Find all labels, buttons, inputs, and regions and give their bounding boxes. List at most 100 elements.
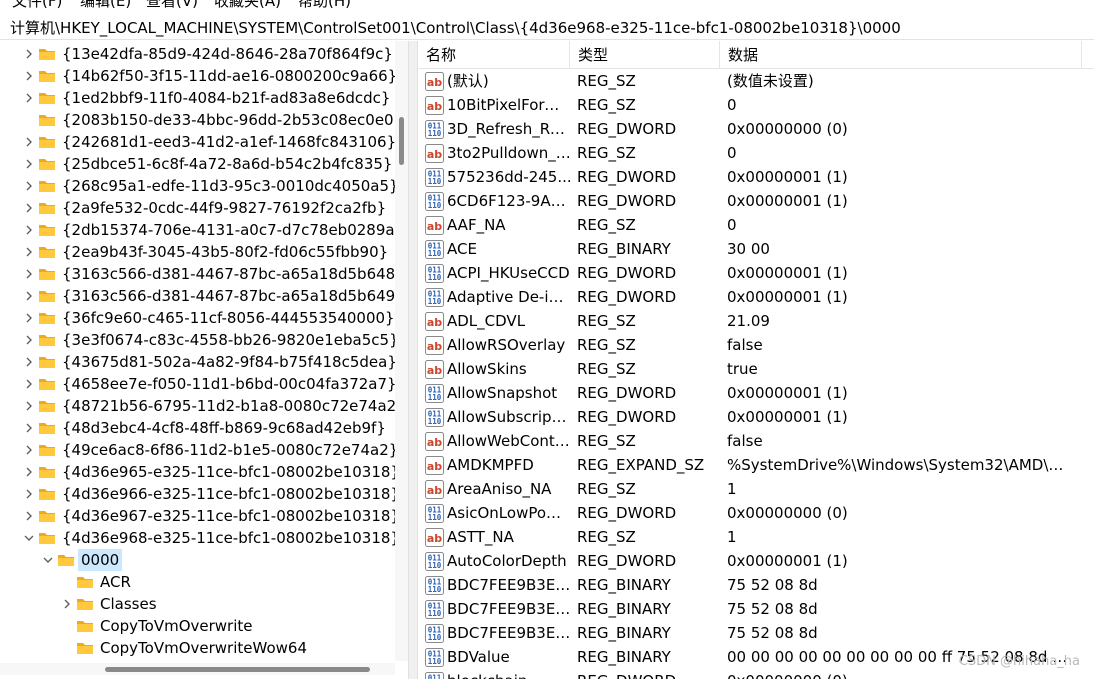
column-header-name[interactable]: 名称 [418,41,570,69]
pane-splitter[interactable] [408,41,418,679]
tree-item[interactable]: {2a9fe532-0cdc-44f9-9827-76192f2ca2fb} [0,197,395,219]
tree-item[interactable]: {4d36e967-e325-11ce-bfc1-08002be10318} [0,505,400,527]
tree-item[interactable]: {48721b56-6795-11d2-b1a8-0080c72e74a2} [0,395,406,417]
chevron-right-icon[interactable] [22,222,36,238]
tree-item[interactable]: {268c95a1-edfe-11d3-95c3-0010dc4050a5} [0,175,399,197]
address-bar[interactable]: 计算机\HKEY_LOCAL_MACHINE\SYSTEM\ControlSet… [0,16,1094,40]
chevron-right-icon[interactable] [22,90,36,106]
tree-item[interactable]: {4d36e968-e325-11ce-bfc1-08002be10318} [0,527,400,549]
tree-item[interactable]: {25dbce51-6c8f-4a72-8a6d-b54c2b4fc835} [0,153,395,175]
value-row[interactable]: 011 110 BDC7FEE9B3E8... REG_BINARY 75 52 08 … [418,573,1094,597]
tree-item[interactable]: {14b62f50-3f15-11dd-ae16-0800200c9a66} [0,65,397,87]
value-row[interactable]: 011 110 AllowSnapshot REG_DWORD 0x00000001 (… [418,381,1094,405]
chevron-right-icon[interactable] [22,266,36,282]
tree-vertical-scrollbar[interactable] [395,41,408,661]
value-row[interactable]: ab 3to2Pulldown_NA REG_SZ 0 [418,141,1094,165]
value-row[interactable]: ab 10BitPixelFormat REG_SZ 0 [418,93,1094,117]
tree-item-label: {43675d81-502a-4a82-9f84-b75f418c5dea} [62,353,397,371]
column-header-type[interactable]: 类型 [570,41,720,69]
chevron-right-icon[interactable] [22,486,36,502]
value-row[interactable]: 011 110 AsicOnLowPower REG_DWORD 0x00000000 … [418,501,1094,525]
value-row[interactable]: ab AreaAniso_NA REG_SZ 1 [418,477,1094,501]
tree-item[interactable]: 0000 [0,549,395,571]
folder-icon [38,486,56,502]
menu-item[interactable]: 帮助(H) [298,0,351,11]
chevron-right-icon[interactable] [22,200,36,216]
tree-item[interactable]: {4d36e965-e325-11ce-bfc1-08002be10318} [0,461,400,483]
chevron-right-icon[interactable] [22,332,36,348]
menu-item[interactable]: 查看(V) [146,0,198,11]
chevron-right-icon[interactable] [22,442,36,458]
tree-item[interactable]: {13e42dfa-85d9-424d-8646-28a70f864f9c} [0,43,395,65]
chevron-right-icon[interactable] [22,376,36,392]
chevron-right-icon[interactable] [22,420,36,436]
value-row[interactable]: ab AMDKMPFD REG_EXPAND_SZ %SystemDrive%\Win… [418,453,1094,477]
value-row[interactable]: 011 110 ACPI_HKUseCCD REG_DWORD 0x00000001 (… [418,261,1094,285]
value-row[interactable]: ab AllowSkins REG_SZ true [418,357,1094,381]
value-row[interactable]: ab AllowWebContent REG_SZ false [418,429,1094,453]
tree-item[interactable]: {242681d1-eed3-41d2-a1ef-1468fc843106} [0,131,396,153]
value-row[interactable]: 011 110 BDC7FEE9B3E8... REG_BINARY 75 52 08 … [418,621,1094,645]
value-row[interactable]: ab ASTT_NA REG_SZ 1 [418,525,1094,549]
value-row[interactable]: 011110Adaptive De-interlacing REG_DWORD 0x… [418,285,1094,309]
tree-item[interactable]: CopyToVmOverwrite [0,615,395,637]
menu-item[interactable]: 文件(F) [12,0,62,11]
tree-item[interactable]: {48d3ebc4-4cf8-48ff-b869-9c68ad42eb9f} [0,417,395,439]
registry-tree[interactable]: {13e42dfa-85d9-424d-8646-28a70f864f9c} {1… [0,41,408,679]
chevron-down-icon[interactable] [22,530,36,546]
chevron-right-icon[interactable] [22,134,36,150]
value-row[interactable]: ab AAF_NA REG_SZ 0 [418,213,1094,237]
chevron-right-icon[interactable] [22,508,36,524]
value-row[interactable]: ab AllowRSOverlay REG_SZ false [418,333,1094,357]
value-row[interactable]: 011 110 BDC7FEE9B3E8... REG_BINARY 75 52 08 … [418,597,1094,621]
value-row[interactable]: 011 110 3D_Refresh_Rate REG_DWORD 0x00000000… [418,117,1094,141]
svg-text:ab: ab [427,316,442,329]
value-row[interactable]: 011 110 6CD6F123-9AE... REG_DWORD 0x00000001… [418,189,1094,213]
tree-item[interactable]: {2ea9b43f-3045-43b5-80f2-fd06c55fbb90} [0,241,395,263]
values-list[interactable]: 名称 类型 数据 ab (默认) REG_SZ (数值未设置) ab 10BitPixel… [418,41,1094,679]
tree-horizontal-scrollbar[interactable] [0,663,395,675]
tree-item[interactable]: {3163c566-d381-4467-87bc-a65a18d5b648} [0,263,405,285]
chevron-right-icon[interactable] [60,596,74,612]
value-row[interactable]: 011 110 AllowSubscription REG_DWORD 0x000000… [418,405,1094,429]
chevron-right-icon[interactable] [22,464,36,480]
value-row[interactable]: 011 110 AutoColorDepth REG_DWORD 0x00000001 … [418,549,1094,573]
value-row[interactable]: 011 110 575236dd-245... REG_DWORD 0x00000001… [418,165,1094,189]
tree-item[interactable]: {4658ee7e-f050-11d1-b6bd-00c04fa372a7} [0,373,397,395]
tree-item[interactable]: ACR [0,571,395,593]
tree-item[interactable]: {49ce6ac8-6f86-11d2-b1e5-0080c72e74a2} [0,439,398,461]
chevron-right-icon[interactable] [22,398,36,414]
tree-horizontal-scrollbar-thumb[interactable] [105,667,370,672]
tree-vertical-scrollbar-thumb[interactable] [399,117,404,165]
value-row[interactable]: 011110blockchain REG_DWORD 0x00000000 (0) [418,669,1094,679]
tree-item[interactable]: CopyToVmOverwriteWow64 [0,637,395,659]
value-name: 3to2Pulldown_NA [447,144,572,162]
value-row[interactable]: 011 110 ACE REG_BINARY 30 00 [418,237,1094,261]
chevron-down-icon[interactable] [41,552,55,568]
chevron-right-icon[interactable] [22,354,36,370]
menu-item[interactable]: 收藏夹(A) [214,0,281,11]
chevron-right-icon[interactable] [22,156,36,172]
tree-item[interactable]: {43675d81-502a-4a82-9f84-b75f418c5dea} [0,351,397,373]
column-header-data[interactable]: 数据 [720,41,1082,69]
tree-item[interactable]: {2db15374-706e-4131-a0c7-d7c78eb0289a} [0,219,404,241]
folder-icon [38,90,56,106]
chevron-right-icon[interactable] [22,178,36,194]
chevron-right-icon[interactable] [22,288,36,304]
tree-item[interactable]: {2083b150-de33-4bbc-96dd-2b53c08ec0e0} [0,109,403,131]
chevron-right-icon[interactable] [22,46,36,62]
tree-item[interactable]: {3e3f0674-c83c-4558-bb26-9820e1eba5c5} [0,329,399,351]
tree-item[interactable]: {36fc9e60-c465-11cf-8056-444553540000} [0,307,395,329]
chevron-right-icon[interactable] [22,244,36,260]
value-row[interactable]: ab (默认) REG_SZ (数值未设置) [418,69,1094,93]
tree-item[interactable]: {3163c566-d381-4467-87bc-a65a18d5b649} [0,285,405,307]
menu-item[interactable]: 编辑(E) [80,0,131,11]
chevron-right-icon[interactable] [22,310,36,326]
tree-item[interactable]: Classes [0,593,395,615]
address-path[interactable]: 计算机\HKEY_LOCAL_MACHINE\SYSTEM\ControlSet… [10,18,901,38]
tree-item[interactable]: {4d36e966-e325-11ce-bfc1-08002be10318} [0,483,400,505]
svg-text:110: 110 [428,249,442,258]
value-row[interactable]: ab ADL_CDVL REG_SZ 21.09 [418,309,1094,333]
tree-item[interactable]: {1ed2bbf9-11f0-4084-b21f-ad83a8e6dcdc} [0,87,395,109]
chevron-right-icon[interactable] [22,68,36,84]
